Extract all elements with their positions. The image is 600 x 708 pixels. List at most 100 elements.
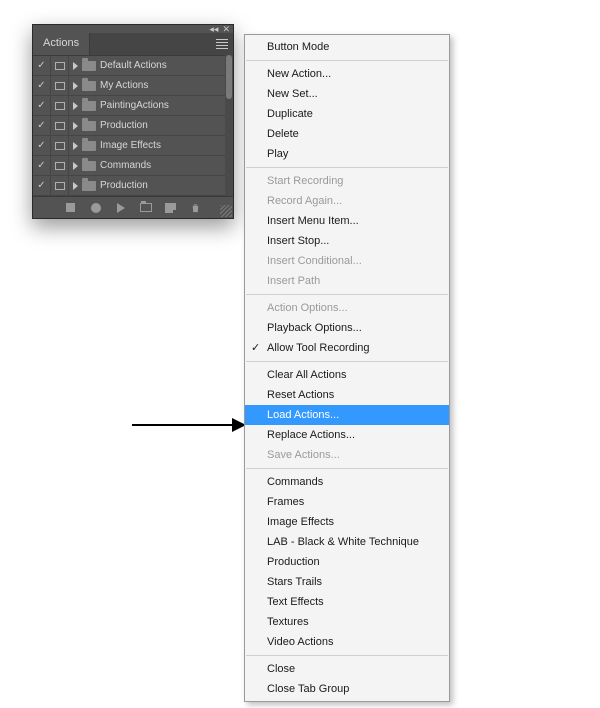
- menu-item-label: Replace Actions...: [267, 429, 355, 441]
- expand-icon[interactable]: [73, 62, 78, 70]
- actions-set-row[interactable]: ✓ Default Actions: [33, 56, 233, 76]
- collapse-icon[interactable]: ◂◂: [209, 25, 218, 33]
- menu-item: Start Recording: [245, 171, 449, 191]
- visibility-checkbox[interactable]: ✓: [33, 56, 51, 75]
- dialog-toggle[interactable]: [51, 156, 69, 175]
- dialog-toggle[interactable]: [51, 116, 69, 135]
- action-set-label: Commands: [100, 160, 151, 171]
- folder-icon: [82, 101, 96, 111]
- menu-item[interactable]: Stars Trails: [245, 572, 449, 592]
- menu-item-label: Close Tab Group: [267, 683, 349, 695]
- action-set-label: Production: [100, 180, 148, 191]
- menu-item-label: Duplicate: [267, 108, 313, 120]
- actions-set-row[interactable]: ✓ Image Effects: [33, 136, 233, 156]
- menu-item-label: Allow Tool Recording: [267, 342, 370, 354]
- menu-item-label: Production: [267, 556, 320, 568]
- menu-item: Insert Conditional...: [245, 251, 449, 271]
- record-button[interactable]: [90, 202, 102, 214]
- menu-item[interactable]: Insert Menu Item...: [245, 211, 449, 231]
- new-set-button[interactable]: [140, 202, 152, 214]
- menu-item[interactable]: Load Actions...: [245, 405, 449, 425]
- menu-item-label: New Action...: [267, 68, 331, 80]
- actions-panel: ◂◂ ✕ Actions ✓ Default Actions ✓My Actions…: [32, 24, 234, 219]
- menu-item: Record Again...: [245, 191, 449, 211]
- visibility-checkbox[interactable]: ✓: [33, 156, 51, 175]
- tab-actions[interactable]: Actions: [33, 33, 90, 55]
- expand-icon[interactable]: [73, 122, 78, 130]
- actions-set-row[interactable]: ✓ Production: [33, 176, 233, 196]
- stop-button[interactable]: [65, 202, 77, 214]
- menu-item-label: Close: [267, 663, 295, 675]
- expand-icon[interactable]: [73, 162, 78, 170]
- actions-set-row[interactable]: ✓PaintingActions: [33, 96, 233, 116]
- visibility-checkbox[interactable]: ✓: [33, 116, 51, 135]
- actions-set-row[interactable]: ✓ Production: [33, 116, 233, 136]
- menu-separator: [246, 655, 448, 656]
- menu-item-label: Load Actions...: [267, 409, 339, 421]
- menu-separator: [246, 468, 448, 469]
- menu-item[interactable]: New Set...: [245, 84, 449, 104]
- menu-item-label: Stars Trails: [267, 576, 322, 588]
- menu-item[interactable]: Video Actions: [245, 632, 449, 652]
- menu-separator: [246, 294, 448, 295]
- menu-item-label: Commands: [267, 476, 323, 488]
- dialog-toggle[interactable]: [51, 96, 69, 115]
- menu-item[interactable]: Duplicate: [245, 104, 449, 124]
- menu-item: Save Actions...: [245, 445, 449, 465]
- menu-item[interactable]: Close Tab Group: [245, 679, 449, 699]
- menu-item[interactable]: LAB - Black & White Technique: [245, 532, 449, 552]
- menu-item-label: LAB - Black & White Technique: [267, 536, 419, 548]
- menu-item[interactable]: Image Effects: [245, 512, 449, 532]
- menu-item[interactable]: Close: [245, 659, 449, 679]
- menu-item[interactable]: Reset Actions: [245, 385, 449, 405]
- menu-item-label: Image Effects: [267, 516, 334, 528]
- menu-item[interactable]: Button Mode: [245, 37, 449, 57]
- menu-item[interactable]: New Action...: [245, 64, 449, 84]
- menu-item-label: Start Recording: [267, 175, 343, 187]
- menu-item[interactable]: Textures: [245, 612, 449, 632]
- expand-icon[interactable]: [73, 142, 78, 150]
- close-icon[interactable]: ✕: [222, 25, 230, 33]
- new-action-button[interactable]: [165, 202, 177, 214]
- actions-set-row[interactable]: ✓ Commands: [33, 156, 233, 176]
- resize-grip[interactable]: [220, 205, 232, 217]
- menu-item-label: Text Effects: [267, 596, 324, 608]
- expand-icon[interactable]: [73, 102, 78, 110]
- panel-menu-icon[interactable]: [211, 33, 233, 55]
- menu-item[interactable]: Insert Stop...: [245, 231, 449, 251]
- delete-button[interactable]: [190, 202, 202, 214]
- dialog-toggle[interactable]: [51, 176, 69, 195]
- visibility-checkbox[interactable]: ✓: [33, 176, 51, 195]
- menu-item-label: Reset Actions: [267, 389, 334, 401]
- action-set-label: Image Effects: [100, 140, 161, 151]
- visibility-checkbox[interactable]: ✓: [33, 76, 51, 95]
- panel-titlebar: ◂◂ ✕: [33, 25, 233, 33]
- menu-item[interactable]: Commands: [245, 472, 449, 492]
- actions-list: ✓ Default Actions ✓My Actions✓PaintingActi…: [33, 55, 233, 196]
- scrollbar-track[interactable]: [225, 55, 233, 196]
- action-set-label: Default Actions: [100, 60, 167, 71]
- dialog-toggle[interactable]: [51, 76, 69, 95]
- menu-item[interactable]: ✓ Allow Tool Recording: [245, 338, 449, 358]
- menu-item[interactable]: Delete: [245, 124, 449, 144]
- dialog-toggle[interactable]: [51, 56, 69, 75]
- action-set-label: Production: [100, 120, 148, 131]
- play-button[interactable]: [115, 202, 127, 214]
- expand-icon[interactable]: [73, 82, 78, 90]
- menu-item[interactable]: Playback Options...: [245, 318, 449, 338]
- menu-item[interactable]: Text Effects: [245, 592, 449, 612]
- menu-item: Action Options...: [245, 298, 449, 318]
- actions-set-row[interactable]: ✓My Actions: [33, 76, 233, 96]
- menu-item[interactable]: Clear All Actions: [245, 365, 449, 385]
- menu-item[interactable]: Frames: [245, 492, 449, 512]
- visibility-checkbox[interactable]: ✓: [33, 136, 51, 155]
- expand-icon[interactable]: [73, 182, 78, 190]
- menu-item[interactable]: Play: [245, 144, 449, 164]
- dialog-toggle[interactable]: [51, 136, 69, 155]
- scrollbar-thumb[interactable]: [226, 55, 232, 99]
- menu-item[interactable]: Production: [245, 552, 449, 572]
- menu-item-label: Playback Options...: [267, 322, 362, 334]
- visibility-checkbox[interactable]: ✓: [33, 96, 51, 115]
- check-icon: ✓: [251, 338, 260, 358]
- menu-item[interactable]: Replace Actions...: [245, 425, 449, 445]
